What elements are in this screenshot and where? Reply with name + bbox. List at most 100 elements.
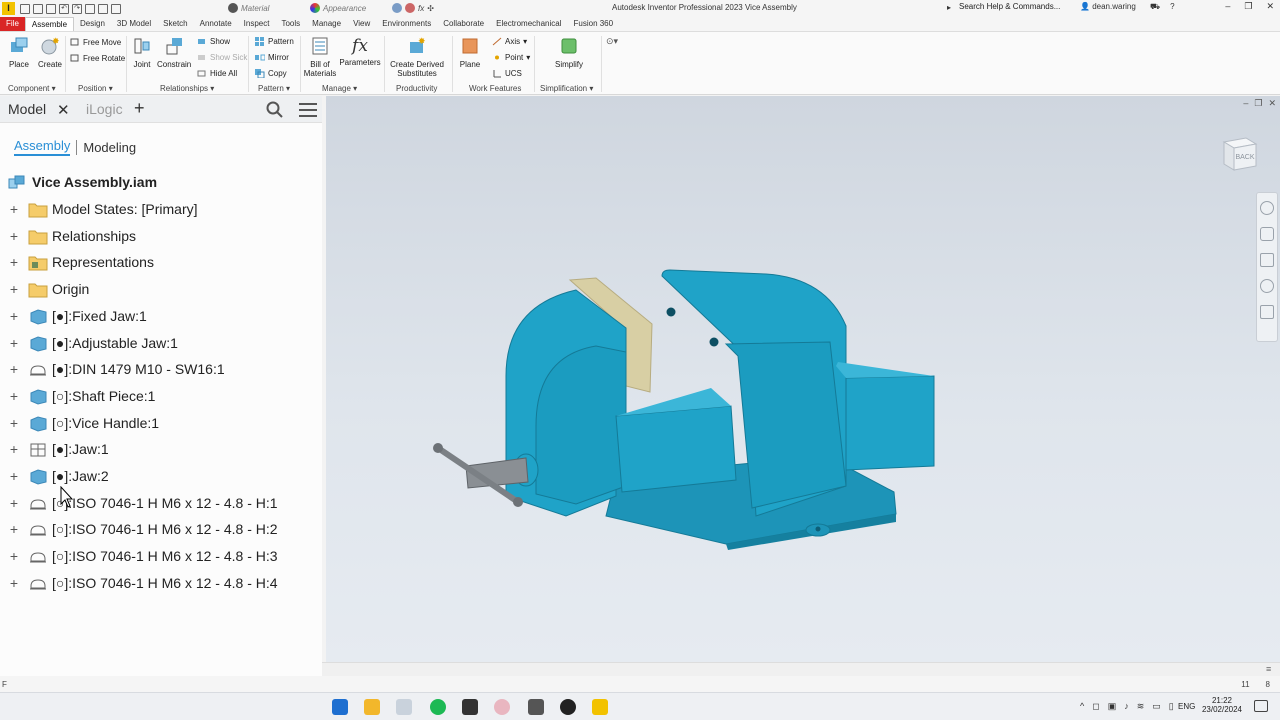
group-simplification[interactable]: Simplification ▾ — [540, 84, 593, 93]
tab-tools[interactable]: Tools — [275, 17, 306, 31]
tab-electromechanical[interactable]: Electromechanical — [490, 17, 567, 31]
tray-speaker-icon[interactable]: ♪ — [1124, 701, 1129, 712]
vp-minimize-icon[interactable]: – — [1243, 98, 1248, 109]
constrain-button[interactable]: Constrain — [157, 36, 191, 69]
add-tab-icon[interactable]: + — [134, 98, 145, 119]
group-manage[interactable]: Manage ▾ — [322, 84, 357, 93]
subtab-modeling[interactable]: Modeling — [83, 140, 136, 155]
tree-node[interactable]: + [●]:Fixed Jaw:1 — [0, 303, 322, 329]
steering-wheel-icon[interactable] — [1260, 201, 1274, 215]
vp-restore-icon[interactable]: ❐ — [1254, 98, 1262, 109]
expand-icon[interactable]: + — [7, 254, 21, 270]
tray-camera-icon[interactable]: ◻ — [1092, 701, 1099, 712]
zoom-icon[interactable] — [1260, 253, 1274, 267]
expand-icon[interactable]: + — [7, 575, 21, 591]
ribbon-options-icon[interactable]: ⊙▾ — [606, 36, 618, 47]
tray-network-icon[interactable]: ▭ — [1152, 701, 1161, 712]
expand-icon[interactable]: + — [7, 495, 21, 511]
group-pattern[interactable]: Pattern ▾ — [258, 84, 290, 93]
notification-icon[interactable] — [1254, 700, 1268, 712]
subtab-assembly[interactable]: Assembly — [14, 138, 71, 156]
editor-icon[interactable] — [462, 699, 478, 715]
close-tab-icon[interactable]: ✕ — [57, 101, 70, 119]
tree-node[interactable]: + [○]:Vice Handle:1 — [0, 410, 322, 436]
select-icon[interactable] — [111, 4, 121, 14]
hide-all-button[interactable]: Hide All — [197, 69, 237, 78]
adjust-appearance-icon[interactable] — [392, 3, 402, 13]
close-icon[interactable]: ✕ — [1266, 1, 1274, 12]
expand-icon[interactable]: + — [7, 548, 21, 564]
look-at-icon[interactable] — [1260, 305, 1274, 319]
bench-vise-model[interactable] — [426, 266, 946, 566]
tab-collaborate[interactable]: Collaborate — [437, 17, 490, 31]
home-icon[interactable] — [85, 4, 95, 14]
tray-chevron-icon[interactable]: ^ — [1080, 701, 1084, 712]
tree-node[interactable]: + [●]:Adjustable Jaw:1 — [0, 330, 322, 356]
expand-icon[interactable]: + — [7, 468, 21, 484]
search-arrow-icon[interactable]: ▸ — [947, 3, 951, 12]
mirror-button[interactable]: Mirror — [255, 53, 289, 62]
orbit-icon[interactable] — [1260, 279, 1274, 293]
expand-icon[interactable]: + — [7, 521, 21, 537]
tree-node[interactable]: + [○]:ISO 7046-1 H M6 x 12 - 4.8 - H:2 — [0, 516, 322, 542]
tab-view[interactable]: View — [347, 17, 376, 31]
group-relationships[interactable]: Relationships ▾ — [160, 84, 214, 93]
axis-button[interactable]: Axis ▾ — [492, 37, 527, 46]
create-derived-substitutes-button[interactable]: ✸ Create Derived Substitutes — [390, 36, 444, 78]
restore-icon[interactable]: ❐ — [1244, 1, 1252, 12]
expand-icon[interactable]: + — [7, 308, 21, 324]
cart-icon[interactable]: ⛟ — [1150, 2, 1160, 12]
tab-fusion-360[interactable]: Fusion 360 — [568, 17, 620, 31]
open-file-icon[interactable] — [33, 4, 43, 14]
show-sick-button[interactable]: Show Sick — [197, 53, 247, 62]
parameters-button[interactable]: fx Parameters — [339, 36, 381, 67]
tree-node[interactable]: + [●]:Jaw:2 — [0, 463, 322, 489]
tree-node[interactable]: + [○]:ISO 7046-1 H M6 x 12 - 4.8 - H:1 — [0, 490, 322, 516]
spotify-icon[interactable] — [430, 699, 446, 715]
expand-icon[interactable]: + — [7, 441, 21, 457]
new-file-icon[interactable] — [20, 4, 30, 14]
search-icon[interactable] — [266, 101, 284, 119]
create-button[interactable]: ✸ Create — [37, 36, 63, 69]
update-icon[interactable] — [98, 4, 108, 14]
minimize-icon[interactable]: – — [1225, 1, 1230, 12]
tray-drive-icon[interactable]: ▣ — [1108, 701, 1117, 712]
copy-button[interactable]: Copy — [255, 69, 287, 78]
expand-icon[interactable]: + — [7, 361, 21, 377]
tab-design[interactable]: Design — [74, 17, 111, 31]
pattern-button[interactable]: Pattern — [255, 37, 294, 46]
tree-node[interactable]: + Model States: [Primary] — [0, 196, 322, 222]
tab-environments[interactable]: Environments — [376, 17, 437, 31]
tree-node[interactable]: + [●]:Jaw:1 — [0, 436, 322, 462]
appearance-combo[interactable]: Appearance — [310, 2, 366, 14]
show-button[interactable]: Show — [197, 37, 230, 46]
tree-node[interactable]: + [○]:ISO 7046-1 H M6 x 12 - 4.8 - H:3 — [0, 543, 322, 569]
pan-icon[interactable] — [1260, 227, 1274, 241]
tab-ilogic[interactable]: iLogic — [86, 101, 123, 117]
simplify-button[interactable]: Simplify — [552, 36, 586, 69]
expand-icon[interactable]: + — [7, 335, 21, 351]
user-account[interactable]: 👤 dean.waring — [1080, 2, 1136, 11]
steam-icon[interactable] — [528, 699, 544, 715]
clock[interactable]: 21:22 23/02/2024 — [1200, 696, 1244, 714]
tab-file[interactable]: File — [0, 17, 25, 31]
tree-node[interactable]: + Relationships — [0, 223, 322, 249]
clear-appearance-icon[interactable] — [405, 3, 415, 13]
tab-assemble[interactable]: Assemble — [24, 17, 75, 31]
tab-inspect[interactable]: Inspect — [238, 17, 276, 31]
expand-icon[interactable]: + — [7, 388, 21, 404]
point-button[interactable]: Point ▾ — [492, 53, 530, 62]
tree-node[interactable]: + [●]:DIN 1479 M10 - SW16:1 — [0, 356, 322, 382]
help-icon[interactable]: ? — [1170, 2, 1174, 12]
expand-icon[interactable]: + — [7, 228, 21, 244]
unity-icon[interactable] — [560, 699, 576, 715]
tab-sketch[interactable]: Sketch — [157, 17, 193, 31]
tree-node[interactable]: + Representations — [0, 249, 322, 275]
expand-icon[interactable]: + — [7, 281, 21, 297]
free-move-button[interactable]: Free Move — [70, 38, 121, 47]
vp-close-icon[interactable]: ✕ — [1268, 98, 1276, 109]
joint-button[interactable]: Joint — [130, 36, 154, 69]
tree-node[interactable]: + Origin — [0, 276, 322, 302]
tray-battery-icon[interactable]: ▯ — [1169, 701, 1174, 712]
plane-button[interactable]: Plane — [457, 36, 483, 69]
